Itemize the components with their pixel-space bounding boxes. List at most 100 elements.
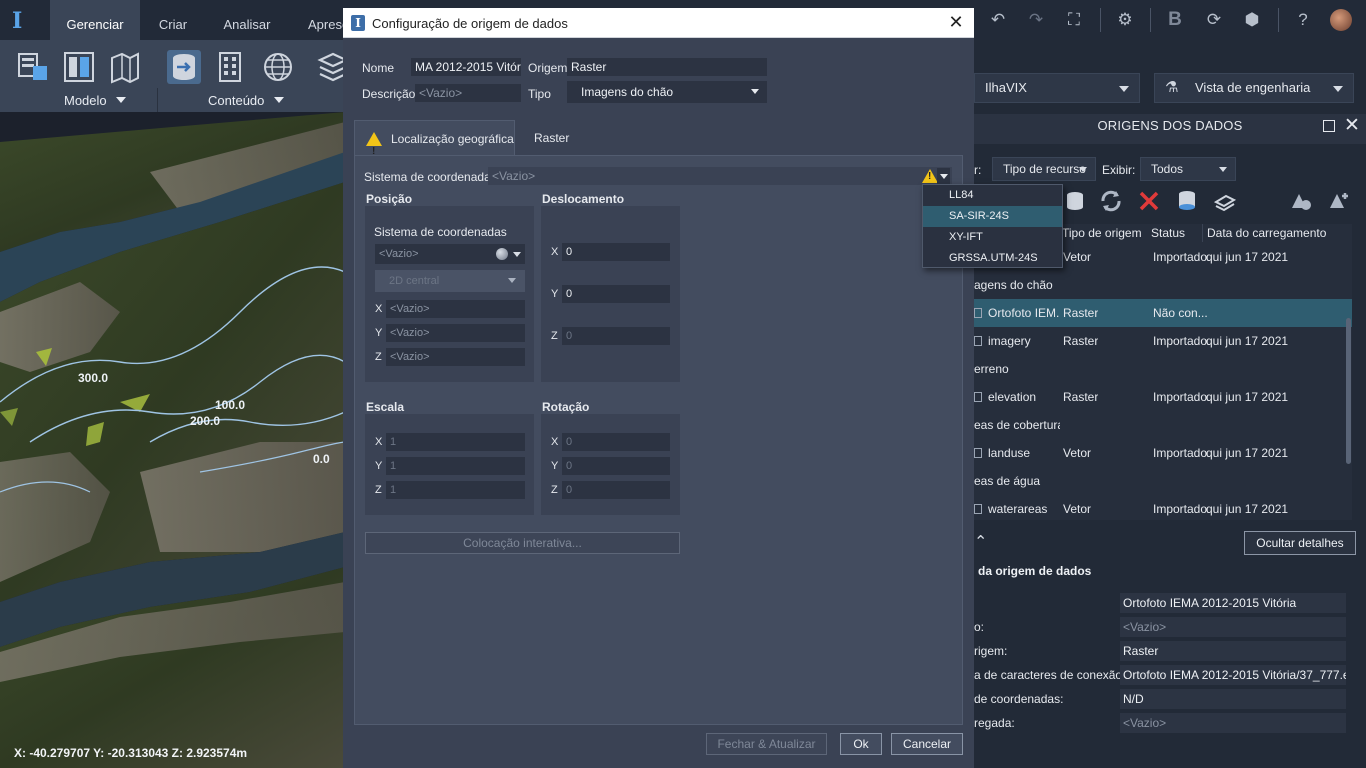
user-avatar[interactable] xyxy=(1330,9,1352,31)
offset-y-field[interactable]: 0 xyxy=(562,285,670,303)
position-y-field[interactable]: <Vazio> xyxy=(386,324,525,342)
position-cs-field[interactable]: <Vazio> xyxy=(375,244,525,264)
position-x-field[interactable]: <Vazio> xyxy=(386,300,525,318)
name-field[interactable]: MA 2012-2015 Vitória xyxy=(411,58,521,76)
detail-value[interactable]: Raster xyxy=(1120,641,1346,661)
shape-add-icon[interactable] xyxy=(1326,188,1352,214)
model-explorer-icon[interactable] xyxy=(16,50,50,84)
table-row[interactable]: landuse Vetor Importado qui jun 17 2021 xyxy=(974,439,1352,467)
detail-value[interactable]: N/D xyxy=(1120,689,1346,709)
cancel-button[interactable]: Cancelar xyxy=(891,733,963,755)
model-select[interactable]: IlhaVIX xyxy=(974,73,1140,103)
delete-icon[interactable] xyxy=(1136,188,1162,214)
dropdown-option[interactable]: GRSSA.UTM-24S xyxy=(923,248,1062,269)
restore-window-icon[interactable] xyxy=(1323,120,1335,132)
table-row[interactable]: Ortofoto IEM... Raster Não con... xyxy=(974,299,1352,327)
rotation-x-field[interactable]: 0 xyxy=(562,433,670,451)
package-icon[interactable]: ⬢ xyxy=(1242,10,1262,30)
dropdown-option[interactable]: XY-IFT xyxy=(923,227,1062,248)
axis-y-label: Y xyxy=(551,288,559,300)
map-document-icon[interactable] xyxy=(108,50,142,84)
bold-b-icon[interactable]: B xyxy=(1165,10,1185,30)
table-group-row[interactable]: erreno xyxy=(974,355,1352,383)
hide-details-button[interactable]: Ocultar detalhes xyxy=(1244,531,1356,555)
table-row[interactable]: imagery Raster Importado qui jun 17 2021 xyxy=(974,327,1352,355)
refresh-icon[interactable] xyxy=(1098,188,1124,214)
contour-label: 0.0 xyxy=(313,452,330,466)
row-type: Vetor xyxy=(1063,446,1092,460)
help-icon[interactable]: ? xyxy=(1293,10,1313,30)
dropdown-option-selected[interactable]: SA-SIR-24S xyxy=(923,206,1062,227)
app-logo-icon[interactable]: I xyxy=(12,8,36,34)
database-import-icon[interactable] xyxy=(1174,188,1200,214)
data-sources-icon[interactable] xyxy=(167,50,201,84)
tab-apresentar[interactable]: Aprese xyxy=(300,0,345,40)
model-properties-icon[interactable] xyxy=(62,50,96,84)
origin-field[interactable]: Raster xyxy=(567,58,767,76)
chevron-down-icon[interactable] xyxy=(116,97,126,103)
collapse-chevron-icon[interactable]: ⌄ xyxy=(974,530,987,550)
globe-icon[interactable] xyxy=(261,50,295,84)
table-row[interactable]: waterareas Vetor Importado qui jun 17 2021 xyxy=(974,495,1352,520)
table-group-row[interactable]: agens do chão xyxy=(974,271,1352,299)
undo-icon[interactable]: ↶ xyxy=(988,10,1008,30)
scale-x-field[interactable]: 1 xyxy=(386,433,525,451)
table-scrollbar[interactable] xyxy=(1346,318,1351,464)
scale-y-field[interactable]: 1 xyxy=(386,457,525,475)
close-panel-icon[interactable]: ✕ xyxy=(1344,114,1360,137)
tab-gerenciar[interactable]: Gerenciar xyxy=(50,0,140,40)
ok-button[interactable]: Ok xyxy=(840,733,882,755)
filter-type-select[interactable]: Tipo de recurso xyxy=(992,157,1096,181)
position-z-field[interactable]: <Vazio> xyxy=(386,348,525,366)
rotation-title: Rotação xyxy=(542,400,590,414)
dropdown-option[interactable]: LL84 xyxy=(923,185,1062,206)
chevron-down-icon[interactable] xyxy=(274,97,284,103)
detail-value[interactable]: Ortofoto IEMA 2012-2015 Vitória/37_777.e… xyxy=(1120,665,1346,685)
add-datasource-icon[interactable] xyxy=(1062,188,1088,214)
fullscreen-icon[interactable]: ⛶ xyxy=(1064,10,1084,30)
redo-icon[interactable]: ↷ xyxy=(1026,10,1046,30)
column-header-date[interactable]: Data do carregamento xyxy=(1207,224,1326,242)
coord-system-field[interactable]: <Vazio> xyxy=(488,167,952,185)
table-group-row[interactable]: eas de cobertura xyxy=(974,411,1352,439)
ribbon-group-modelo[interactable]: Modelo xyxy=(64,93,107,108)
detail-value[interactable]: <Vazio> xyxy=(1120,713,1346,733)
close-update-button[interactable]: Fechar & Atualizar xyxy=(706,733,827,755)
rotation-y-field[interactable]: 0 xyxy=(562,457,670,475)
rotation-z-field[interactable]: 0 xyxy=(562,481,670,499)
tab-analisar[interactable]: Analisar xyxy=(218,0,276,40)
3d-map-viewport[interactable]: 300.0 100.0 200.0 0.0 xyxy=(0,112,345,768)
layers-icon[interactable] xyxy=(316,50,345,84)
axis-y-label: Y xyxy=(375,327,383,339)
column-header-type[interactable]: Tipo de origem xyxy=(1062,224,1142,242)
column-header-status[interactable]: Status xyxy=(1151,224,1185,242)
coord-dropdown-button[interactable] xyxy=(937,168,950,184)
position-mode-select[interactable]: 2D central xyxy=(375,270,525,292)
type-select[interactable]: Imagens do chão xyxy=(567,81,767,103)
scale-z-field[interactable]: 1 xyxy=(386,481,525,499)
view-select[interactable]: ⚗ Vista de engenharia xyxy=(1154,73,1354,103)
table-row[interactable]: elevation Raster Importado qui jun 17 2021 xyxy=(974,383,1352,411)
description-field[interactable]: <Vazio> xyxy=(415,84,521,102)
tab-raster[interactable]: Raster xyxy=(534,120,594,156)
app-logo-icon: I xyxy=(351,15,365,31)
sync-icon[interactable]: ⟳ xyxy=(1204,10,1224,30)
row-name-text: agens do chão xyxy=(974,278,1053,292)
shape-remove-icon[interactable] xyxy=(1288,188,1314,214)
detail-value[interactable]: Ortofoto IEMA 2012-2015 Vitória xyxy=(1120,593,1346,613)
building-grid-icon[interactable] xyxy=(213,50,247,84)
tab-criar[interactable]: Criar xyxy=(150,0,196,40)
layer-stack-icon[interactable] xyxy=(1212,188,1238,214)
offset-z-field[interactable]: 0 xyxy=(562,327,670,345)
file-icon xyxy=(974,308,982,318)
settings-gear-icon[interactable]: ⚙ xyxy=(1115,10,1135,30)
offset-x-field[interactable]: 0 xyxy=(562,243,670,261)
interactive-placement-button[interactable]: Colocação interativa... xyxy=(365,532,680,554)
ribbon-group-conteudo[interactable]: Conteúdo xyxy=(208,93,264,108)
close-icon[interactable]: ✕ xyxy=(946,12,966,32)
show-select[interactable]: Todos xyxy=(1140,157,1236,181)
detail-value[interactable]: <Vazio> xyxy=(1120,617,1346,637)
table-group-row[interactable]: eas de água xyxy=(974,467,1352,495)
row-type: Vetor xyxy=(1063,502,1092,516)
tab-geo-location[interactable]: Localização geográfica xyxy=(354,120,515,170)
